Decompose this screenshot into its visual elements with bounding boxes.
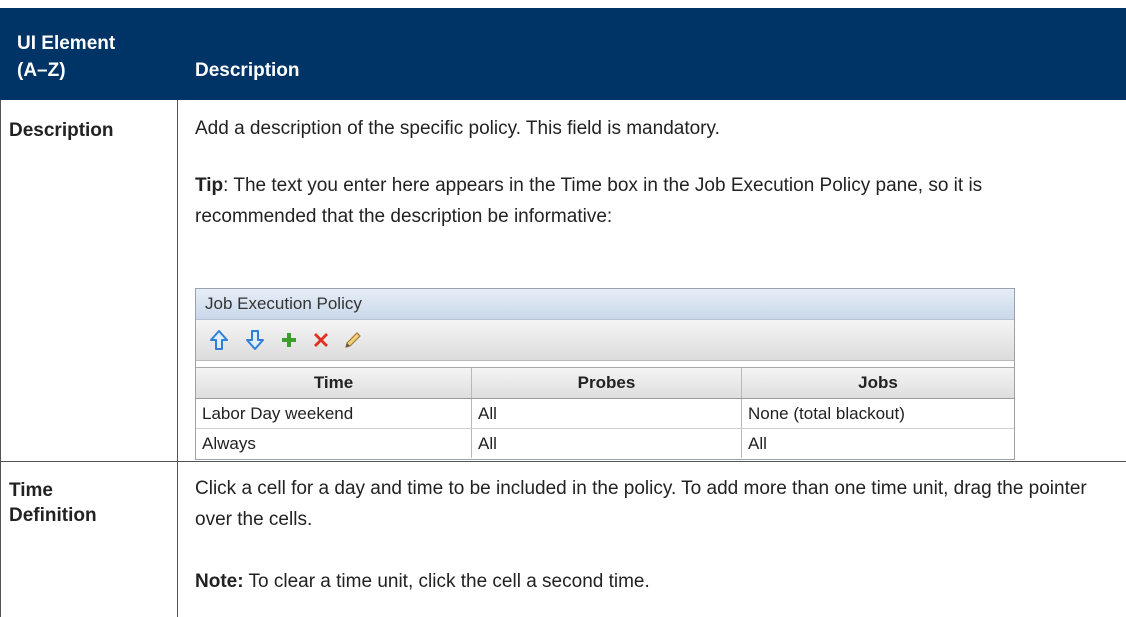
- table-left-border: [0, 100, 1, 617]
- add-icon[interactable]: [278, 329, 300, 351]
- policy-grid: Time Probes Jobs Labor Day weekend All N…: [196, 367, 1014, 459]
- header-description: Description: [195, 60, 300, 81]
- pane-title-bar: Job Execution Policy: [196, 289, 1014, 320]
- row-element-description: Description: [9, 120, 114, 141]
- header-ui-element-line1: UI Element: [17, 33, 116, 54]
- cell-time: Labor Day weekend: [196, 399, 472, 428]
- note-label: Note:: [195, 571, 244, 592]
- tip-label: Tip: [195, 175, 224, 196]
- job-execution-policy-screenshot: Job Execution Policy Time Probes Jobs La…: [195, 288, 1015, 460]
- note-paragraph: Note: To clear a time unit, click the ce…: [195, 571, 650, 592]
- element-name-line1: Time: [9, 480, 54, 501]
- column-divider: [177, 100, 178, 617]
- header-ui-element: UI Element (A–Z): [17, 30, 115, 84]
- column-header-probes[interactable]: Probes: [472, 368, 742, 398]
- column-header-time[interactable]: Time: [196, 368, 472, 398]
- time-definition-paragraph: Click a cell for a day and time to be in…: [195, 478, 1087, 530]
- move-down-icon[interactable]: [244, 329, 266, 351]
- cell-jobs: All: [748, 434, 767, 453]
- pane-title: Job Execution Policy: [205, 294, 362, 313]
- edit-icon[interactable]: [342, 329, 364, 351]
- row-divider: [0, 461, 1126, 462]
- cell-probes: All: [472, 399, 742, 428]
- cell-jobs: None (total blackout): [748, 404, 905, 423]
- description-paragraph: Add a description of the specific policy…: [195, 118, 720, 139]
- grid-header-row: Time Probes Jobs: [196, 368, 1014, 399]
- pane-toolbar: [196, 320, 1014, 361]
- table-row[interactable]: Labor Day weekend All None (total blacko…: [196, 399, 1014, 429]
- column-header-jobs[interactable]: Jobs: [742, 368, 1014, 398]
- element-name-line2: Definition: [9, 505, 97, 526]
- table-header: UI Element (A–Z) Description: [0, 8, 1126, 100]
- table-row[interactable]: Always All All: [196, 429, 1014, 458]
- header-ui-element-line2: (A–Z): [17, 60, 66, 81]
- delete-icon[interactable]: [310, 329, 332, 351]
- tip-paragraph: Tip: The text you enter here appears in …: [195, 175, 983, 227]
- cell-probes: All: [472, 429, 742, 458]
- row-element-time-definition: Time Definition: [9, 478, 97, 528]
- cell-time: Always: [196, 429, 472, 458]
- move-up-icon[interactable]: [208, 329, 230, 351]
